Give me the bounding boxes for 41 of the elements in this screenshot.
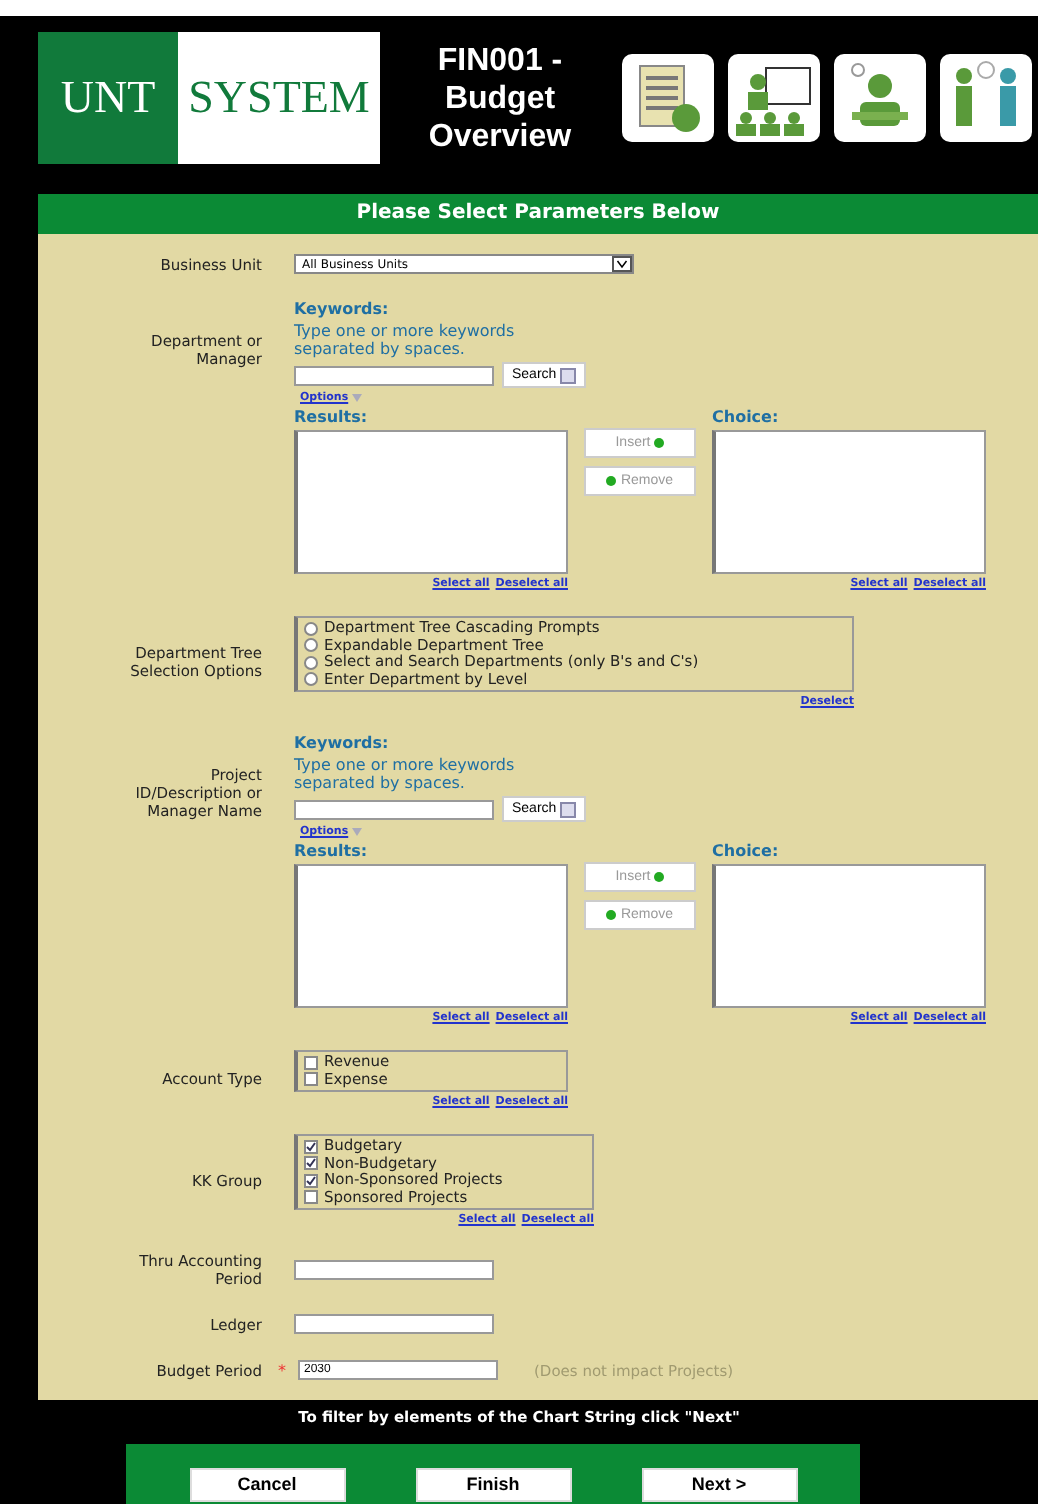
keywords-heading: Keywords: — [294, 300, 391, 318]
checkbox[interactable] — [304, 1173, 318, 1188]
checkbox[interactable] — [304, 1055, 318, 1070]
choice-heading: Choice: — [712, 408, 779, 426]
checkbox[interactable] — [304, 1190, 318, 1205]
presenter-icon — [726, 52, 822, 144]
required-mark: * — [278, 1361, 288, 1379]
document-icon — [620, 52, 716, 144]
report-title: FIN001 - Budget Overview — [426, 41, 574, 155]
keyword-field[interactable] — [294, 799, 494, 819]
caret-icon — [612, 256, 632, 272]
person-icon — [832, 52, 928, 144]
checkbox[interactable] — [304, 1072, 318, 1087]
text-field[interactable] — [294, 1260, 494, 1280]
checkbox[interactable] — [304, 1156, 318, 1171]
radio[interactable] — [304, 655, 318, 670]
search-icon — [560, 367, 577, 383]
search-icon — [560, 801, 577, 817]
choice-list[interactable] — [712, 864, 986, 1008]
keywords-hint: Type one or more keywords separated by spaces. — [294, 756, 517, 792]
checkbox[interactable] — [304, 1139, 318, 1154]
caret-icon — [352, 828, 363, 836]
results-list[interactable] — [294, 430, 568, 574]
text-field[interactable] — [294, 1314, 494, 1334]
keywords-hint: Type one or more keywords separated by spaces. — [294, 322, 517, 358]
caret-icon — [352, 394, 363, 402]
results-list[interactable] — [294, 864, 568, 1008]
panel-title: Please Select Parameters Below — [38, 194, 1038, 234]
results-heading: Results: — [294, 408, 368, 426]
choice-heading: Choice: — [712, 842, 779, 860]
logo: UNT SYSTEM — [38, 32, 380, 164]
choice-list[interactable] — [712, 430, 986, 574]
radio[interactable] — [304, 638, 318, 653]
footer-button[interactable]: Next > — [641, 1467, 797, 1501]
radio[interactable] — [304, 672, 318, 687]
results-heading: Results: — [294, 842, 368, 860]
radio[interactable] — [304, 621, 318, 636]
keywords-heading: Keywords: — [294, 734, 391, 752]
footer-button[interactable]: Cancel — [189, 1467, 345, 1501]
keyword-field[interactable] — [294, 365, 494, 385]
footer-button[interactable]: Finish — [415, 1467, 571, 1501]
